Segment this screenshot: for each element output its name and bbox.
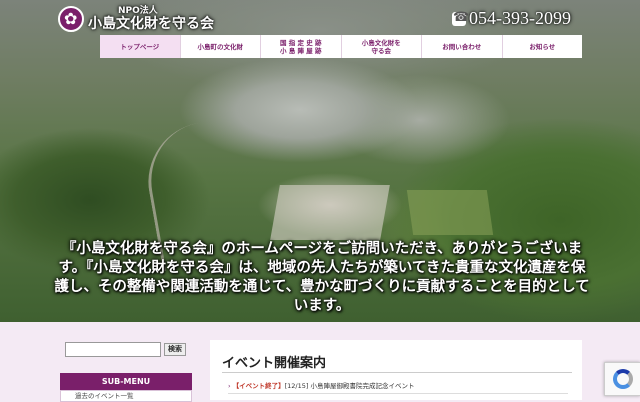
- global-nav: トップページ 小島町の文化財 国 指 定 史 跡 小 島 陣 屋 跡 小島文化財…: [100, 35, 582, 58]
- nav-item-contact[interactable]: お問い合わせ: [422, 35, 503, 58]
- event-title: 小島陣屋御殿書院完成記念イベント: [310, 382, 415, 390]
- logo-text: NPO法人 小島文化財を守る会: [88, 6, 214, 32]
- submenu-title: SUB-MENU: [60, 373, 192, 390]
- hero-message: 『小島文化財を守る会』のホームページをご訪問いただき、ありがとうございます。『小…: [54, 241, 590, 314]
- nav-item-top[interactable]: トップページ: [100, 35, 181, 58]
- chevron-right-icon: ›: [228, 382, 231, 390]
- phone-text: 054-393-2099: [469, 8, 571, 28]
- phone-number[interactable]: 054-393-2099: [452, 8, 571, 29]
- nav-item-news[interactable]: お知らせ: [502, 35, 582, 58]
- hero-field-green: [406, 190, 494, 235]
- section-title: イベント開催案内: [222, 355, 327, 370]
- nav-label: お知らせ: [529, 42, 556, 51]
- nav-item-association[interactable]: 小島文化財を 守る会: [341, 35, 422, 58]
- logo-org-prefix: NPO法人: [118, 6, 158, 16]
- nav-item-jinya-site[interactable]: 国 指 定 史 跡 小 島 陣 屋 跡: [261, 35, 342, 58]
- submenu-item[interactable]: 過去のイベント一覧: [60, 390, 192, 402]
- nav-label: 小島町の文化財: [197, 42, 244, 51]
- site-logo[interactable]: NPO法人 小島文化財を守る会: [58, 4, 214, 34]
- recaptcha-badge[interactable]: [604, 362, 640, 396]
- search-button[interactable]: 検索: [164, 343, 186, 356]
- divider: [222, 372, 572, 373]
- event-date: [12/15]: [284, 382, 309, 390]
- flower-crest-icon: [58, 6, 84, 32]
- nav-item-cultural-assets[interactable]: 小島町の文化財: [180, 35, 261, 58]
- event-item[interactable]: › 【イベント終了】[12/15] 小島陣屋御殿書院完成記念イベント: [228, 380, 415, 390]
- recaptcha-icon: [612, 369, 633, 389]
- hero-field: [270, 185, 390, 240]
- logo-site-name: 小島文化財を守る会: [88, 16, 214, 32]
- phone-icon: [452, 9, 469, 26]
- nav-label: 小島文化財を 守る会: [361, 38, 401, 55]
- event-status: 【イベント終了】: [232, 382, 285, 390]
- search-input[interactable]: [65, 342, 161, 357]
- nav-label: トップページ: [120, 42, 160, 51]
- divider: [228, 393, 568, 394]
- nav-label: お問い合わせ: [442, 42, 482, 51]
- nav-label: 国 指 定 史 跡 小 島 陣 屋 跡: [279, 38, 322, 55]
